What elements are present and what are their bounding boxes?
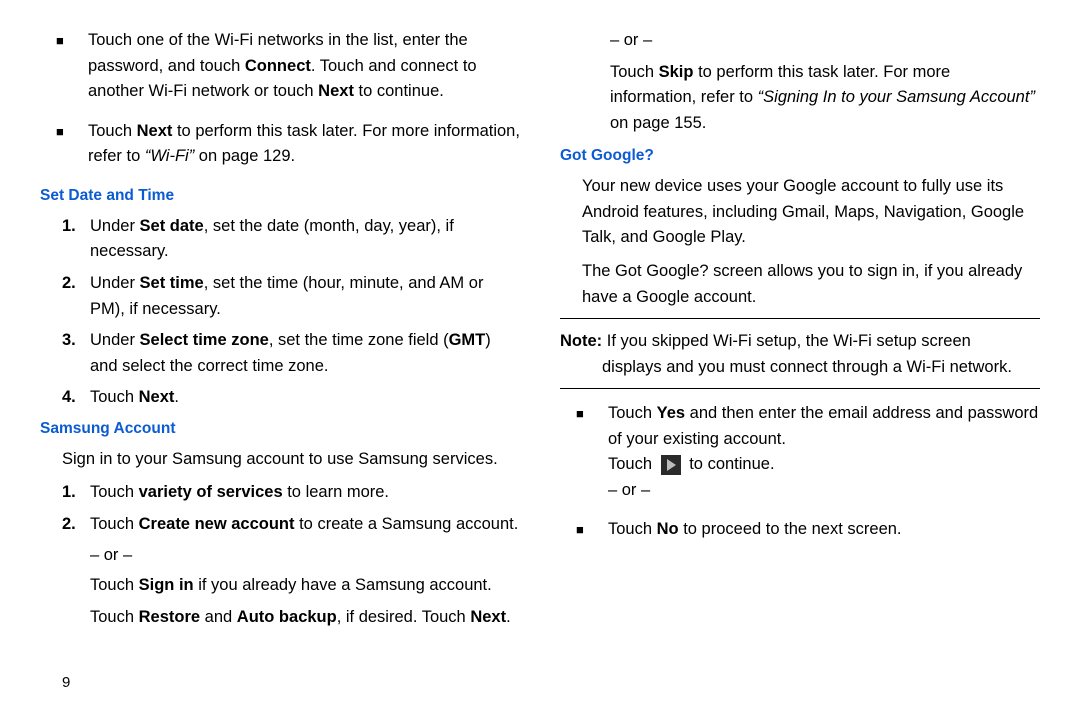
list-item: 3. Under Select time zone, set the time … <box>62 328 520 379</box>
step-text: Under Set time, set the time (hour, minu… <box>84 271 520 322</box>
samsung-signin-text: Touch Sign in if you already have a Sams… <box>40 573 520 599</box>
step-number: 2. <box>62 271 84 322</box>
bullet-text: Touch No to proceed to the next screen. <box>594 517 1040 543</box>
square-bullet-icon: ■ <box>576 517 594 543</box>
skip-text: Touch Skip to perform this task later. F… <box>560 60 1040 137</box>
step-text: Touch Create new account to create a Sam… <box>84 512 520 538</box>
got-google-heading: Got Google? <box>560 144 1040 168</box>
set-date-steps: 1. Under Set date, set the date (month, … <box>40 214 520 411</box>
step-number: 1. <box>62 214 84 265</box>
manual-page: ■ Touch one of the Wi-Fi networks in the… <box>0 0 1080 658</box>
page-number: 9 <box>62 671 70 694</box>
note-text-first: If you skipped Wi-Fi setup, the Wi-Fi se… <box>607 332 971 350</box>
samsung-intro: Sign in to your Samsung account to use S… <box>40 447 520 473</box>
list-item: ■ Touch No to proceed to the next screen… <box>576 517 1040 543</box>
wifi-bullet-list: ■ Touch one of the Wi-Fi networks in the… <box>40 28 520 170</box>
square-bullet-icon: ■ <box>56 119 74 170</box>
samsung-steps: 1. Touch variety of services to learn mo… <box>40 480 520 537</box>
or-separator: – or – <box>40 543 520 569</box>
list-item: 2. Under Set time, set the time (hour, m… <box>62 271 520 322</box>
step-number: 4. <box>62 385 84 411</box>
list-item: 4. Touch Next. <box>62 385 520 411</box>
left-column: ■ Touch one of the Wi-Fi networks in the… <box>40 28 520 638</box>
list-item: ■ Touch Yes and then enter the email add… <box>576 401 1040 503</box>
step-text: Touch Next. <box>84 385 520 411</box>
bullet-text: Touch one of the Wi-Fi networks in the l… <box>74 28 520 105</box>
touch-label: Touch <box>608 455 657 473</box>
divider <box>560 318 1040 319</box>
google-para-1: Your new device uses your Google account… <box>560 174 1040 251</box>
continue-label: to continue. <box>689 455 774 473</box>
google-para-2: The Got Google? screen allows you to sig… <box>560 259 1040 310</box>
list-item: ■ Touch Next to perform this task later.… <box>56 119 520 170</box>
or-separator: – or – <box>608 481 650 499</box>
square-bullet-icon: ■ <box>576 401 594 503</box>
step-text: Under Set date, set the date (month, day… <box>84 214 520 265</box>
step-text: Under Select time zone, set the time zon… <box>84 328 520 379</box>
play-arrow-icon <box>661 455 681 475</box>
samsung-restore-text: Touch Restore and Auto backup, if desire… <box>40 605 520 631</box>
step-number: 2. <box>62 512 84 538</box>
step-text: Touch variety of services to learn more. <box>84 480 520 506</box>
bullet-text: Touch Next to perform this task later. F… <box>74 119 520 170</box>
google-bullet-list: ■ Touch Yes and then enter the email add… <box>560 401 1040 543</box>
step-number: 3. <box>62 328 84 379</box>
list-item: 1. Touch variety of services to learn mo… <box>62 480 520 506</box>
or-separator: – or – <box>560 28 1040 54</box>
list-item: 2. Touch Create new account to create a … <box>62 512 520 538</box>
set-date-time-heading: Set Date and Time <box>40 184 520 208</box>
list-item: 1. Under Set date, set the date (month, … <box>62 214 520 265</box>
bullet-text: Touch Yes and then enter the email addre… <box>594 401 1040 503</box>
divider <box>560 388 1040 389</box>
note-block: Note: If you skipped Wi-Fi setup, the Wi… <box>560 329 1040 380</box>
right-column: – or – Touch Skip to perform this task l… <box>560 28 1040 638</box>
samsung-account-heading: Samsung Account <box>40 417 520 441</box>
note-label: Note: <box>560 332 602 350</box>
list-item: ■ Touch one of the Wi-Fi networks in the… <box>56 28 520 105</box>
step-number: 1. <box>62 480 84 506</box>
square-bullet-icon: ■ <box>56 28 74 105</box>
note-text-rest: displays and you must connect through a … <box>560 355 1040 381</box>
